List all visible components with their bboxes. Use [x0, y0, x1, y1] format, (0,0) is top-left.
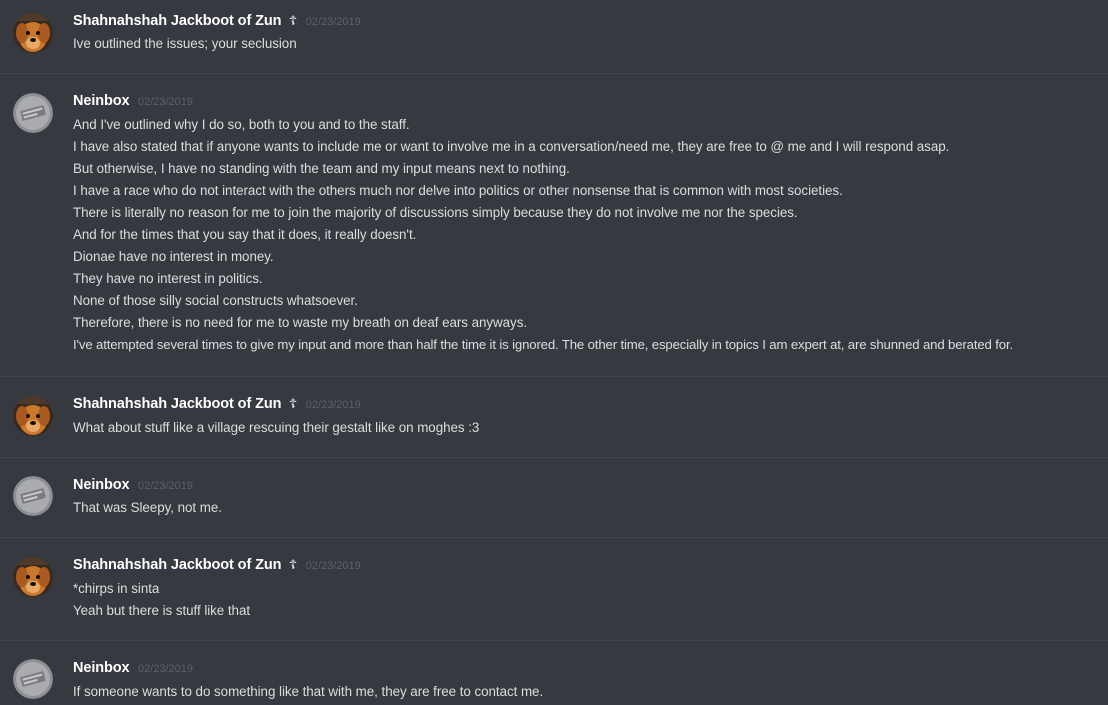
timestamp[interactable]: 02/23/2019 [306, 16, 361, 28]
avatar[interactable] [13, 93, 53, 133]
message-line: And for the times that you say that it d… [73, 227, 417, 242]
message-line: Therefore, there is no need for me to wa… [73, 315, 528, 330]
message-header: Neinbox 02/23/2019 [73, 475, 193, 495]
avatar[interactable] [13, 659, 53, 699]
message-line: What about stuff like a village rescuing… [73, 420, 480, 435]
message-divider [0, 73, 1108, 74]
message-line: Ive outlined the issues; your seclusion [73, 36, 297, 51]
gray-logo-avatar-icon [13, 476, 53, 516]
timestamp[interactable]: 02/23/2019 [138, 480, 193, 492]
message-divider [0, 640, 1108, 641]
username[interactable]: Shahnahshah Jackboot of Zun [73, 557, 281, 573]
message-content: That was Sleepy, not me. [73, 497, 222, 519]
dog-avatar-icon [13, 396, 53, 436]
message-header: Neinbox 02/23/2019 [73, 658, 193, 678]
avatar[interactable] [13, 13, 53, 53]
message-line: And I've outlined why I do so, both to y… [73, 117, 410, 132]
message-line: If someone wants to do something like th… [73, 684, 544, 699]
username[interactable]: Neinbox [73, 477, 130, 493]
message-content: *chirps in sinta Yeah but there is stuff… [73, 578, 250, 622]
avatar[interactable] [13, 557, 53, 597]
timestamp[interactable]: 02/23/2019 [138, 96, 193, 108]
message-header: Shahnahshah Jackboot of Zun ☦ 02/23/2019 [73, 11, 361, 31]
message-line: I have also stated that if anyone wants … [73, 139, 950, 154]
avatar[interactable] [13, 396, 53, 436]
avatar[interactable] [13, 476, 53, 516]
username[interactable]: Neinbox [73, 93, 130, 109]
message-line: Yeah but there is stuff like that [73, 603, 251, 618]
message-line: I've attempted several times to give my … [73, 337, 1013, 352]
timestamp[interactable]: 02/23/2019 [138, 663, 193, 675]
message-line: But otherwise, I have no standing with t… [73, 161, 570, 176]
message-header: Shahnahshah Jackboot of Zun ☦ 02/23/2019 [73, 394, 361, 414]
message-content: And I've outlined why I do so, both to y… [73, 114, 1013, 356]
message-content: If someone wants to do something like th… [73, 681, 543, 703]
message-content: Ive outlined the issues; your seclusion [73, 33, 297, 55]
dog-avatar-icon [13, 13, 53, 53]
message-header: Shahnahshah Jackboot of Zun ☦ 02/23/2019 [73, 555, 361, 575]
username[interactable]: Shahnahshah Jackboot of Zun [73, 13, 281, 29]
cross-icon: ☦ [288, 557, 298, 572]
message-line: They have no interest in politics. [73, 271, 263, 286]
dog-avatar-icon [13, 557, 53, 597]
timestamp[interactable]: 02/23/2019 [306, 399, 361, 411]
message-divider [0, 376, 1108, 377]
cross-icon: ☦ [288, 13, 298, 28]
message-line: That was Sleepy, not me. [73, 500, 222, 515]
username[interactable]: Neinbox [73, 660, 130, 676]
gray-logo-avatar-icon [13, 93, 53, 133]
message-line: *chirps in sinta [73, 581, 160, 596]
message-divider [0, 457, 1108, 458]
timestamp[interactable]: 02/23/2019 [306, 560, 361, 572]
username[interactable]: Shahnahshah Jackboot of Zun [73, 396, 281, 412]
message-line: I have a race who do not interact with t… [73, 183, 843, 198]
gray-logo-avatar-icon [13, 659, 53, 699]
cross-icon: ☦ [288, 396, 298, 411]
message-line: Dionae have no interest in money. [73, 249, 274, 264]
message-line: None of those silly social constructs wh… [73, 293, 358, 308]
message-line: There is literally no reason for me to j… [73, 205, 798, 220]
message-header: Neinbox 02/23/2019 [73, 91, 193, 111]
message-divider [0, 537, 1108, 538]
message-content: What about stuff like a village rescuing… [73, 417, 479, 439]
